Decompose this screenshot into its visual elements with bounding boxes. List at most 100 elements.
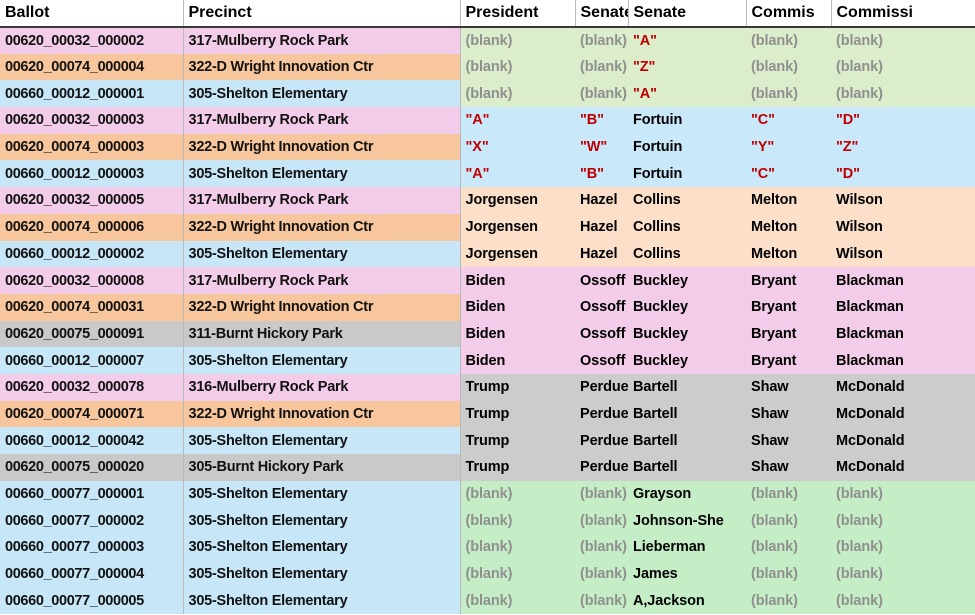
cell-commission-1[interactable]: "Y" <box>746 133 831 161</box>
cell-president[interactable]: (blank) <box>460 27 575 54</box>
cell-precinct[interactable]: 305-Shelton Elementary <box>183 507 461 535</box>
cell-senate-2[interactable]: Fortuin <box>628 107 746 134</box>
cell-senate-1[interactable]: Ossoff <box>575 320 628 348</box>
cell-president[interactable]: Jorgensen <box>460 240 575 268</box>
cell-commission-1[interactable]: Bryant <box>746 320 831 348</box>
cell-commission-2[interactable]: (blank) <box>831 560 975 588</box>
cell-senate-2[interactable]: Fortuin <box>628 133 746 161</box>
cell-commission-2[interactable]: Blackman <box>831 293 975 321</box>
cell-precinct[interactable]: 322-D Wright Innovation Ctr <box>183 293 461 321</box>
cell-senate-1[interactable]: (blank) <box>575 27 628 54</box>
cell-commission-2[interactable]: McDonald <box>831 427 975 454</box>
cell-senate-1[interactable]: (blank) <box>575 80 628 108</box>
cell-president[interactable]: Trump <box>460 400 575 428</box>
cell-commission-2[interactable]: Blackman <box>831 320 975 348</box>
cell-president[interactable]: Trump <box>460 427 575 454</box>
cell-precinct[interactable]: 322-D Wright Innovation Ctr <box>183 213 461 241</box>
cell-president[interactable]: Trump <box>460 454 575 481</box>
cell-president[interactable]: (blank) <box>460 560 575 588</box>
cell-senate-1[interactable]: "W" <box>575 133 628 161</box>
cell-senate-1[interactable]: Ossoff <box>575 267 628 294</box>
cell-commission-1[interactable]: (blank) <box>746 53 831 81</box>
column-header-precinct[interactable]: Precinct <box>183 0 461 28</box>
cell-president[interactable]: (blank) <box>460 480 575 508</box>
cell-senate-2[interactable]: James <box>628 560 746 588</box>
cell-senate-2[interactable]: Buckley <box>628 293 746 321</box>
cell-commission-1[interactable]: (blank) <box>746 560 831 588</box>
cell-president[interactable]: Biden <box>460 267 575 294</box>
cell-precinct[interactable]: 305-Shelton Elementary <box>183 427 461 454</box>
cell-precinct[interactable]: 305-Shelton Elementary <box>183 80 461 108</box>
cell-commission-1[interactable]: Bryant <box>746 293 831 321</box>
cell-commission-2[interactable]: (blank) <box>831 587 975 615</box>
cell-president[interactable]: (blank) <box>460 507 575 535</box>
cell-senate-1[interactable]: (blank) <box>575 534 628 561</box>
cell-senate-1[interactable]: "B" <box>575 107 628 134</box>
cell-precinct[interactable]: 305-Burnt Hickory Park <box>183 454 461 481</box>
table-row[interactable]: 00660_00012_000002 305-Shelton Elementary… <box>0 240 975 268</box>
cell-senate-2[interactable]: Buckley <box>628 347 746 374</box>
cell-senate-1[interactable]: (blank) <box>575 560 628 588</box>
cell-precinct[interactable]: 305-Shelton Elementary <box>183 347 461 374</box>
table-row[interactable]: 00620_00032_000078 316-Mulberry Rock Park… <box>0 373 975 401</box>
cell-ballot[interactable]: 00620_00032_000078 <box>0 373 184 401</box>
table-row[interactable]: 00660_00077_000004 305-Shelton Elementary… <box>0 560 975 588</box>
cell-commission-1[interactable]: Shaw <box>746 400 831 428</box>
cell-commission-2[interactable]: (blank) <box>831 53 975 81</box>
cell-president[interactable]: (blank) <box>460 53 575 81</box>
cell-commission-2[interactable]: (blank) <box>831 480 975 508</box>
cell-ballot[interactable]: 00660_00012_000002 <box>0 240 184 268</box>
cell-senate-1[interactable]: Perdue <box>575 400 628 428</box>
cell-senate-2[interactable]: Fortuin <box>628 160 746 188</box>
cell-commission-2[interactable]: "D" <box>831 160 975 188</box>
cell-ballot[interactable]: 00660_00077_000002 <box>0 507 184 535</box>
table-row[interactable]: 00620_00074_000031 322-D Wright Innovatio… <box>0 293 975 321</box>
cell-precinct[interactable]: 311-Burnt Hickory Park <box>183 320 461 348</box>
cell-precinct[interactable]: 322-D Wright Innovation Ctr <box>183 400 461 428</box>
cell-senate-1[interactable]: Hazel <box>575 213 628 241</box>
cell-commission-2[interactable]: Wilson <box>831 213 975 241</box>
cell-ballot[interactable]: 00620_00075_000020 <box>0 454 184 481</box>
cell-ballot[interactable]: 00660_00012_000007 <box>0 347 184 374</box>
cell-president[interactable]: Biden <box>460 320 575 348</box>
cell-senate-2[interactable]: Collins <box>628 187 746 214</box>
column-header-president[interactable]: President <box>460 0 576 28</box>
cell-senate-1[interactable]: Perdue <box>575 373 628 401</box>
cell-ballot[interactable]: 00620_00074_000071 <box>0 400 184 428</box>
cell-precinct[interactable]: 317-Mulberry Rock Park <box>183 187 461 214</box>
table-row[interactable]: 00660_00077_000005 305-Shelton Elementary… <box>0 587 975 615</box>
cell-senate-2[interactable]: "A" <box>628 27 746 54</box>
table-row[interactable]: 00620_00075_000091 311-Burnt Hickory Park… <box>0 320 975 348</box>
cell-president[interactable]: (blank) <box>460 80 575 108</box>
cell-ballot[interactable]: 00620_00074_000003 <box>0 133 184 161</box>
cell-precinct[interactable]: 316-Mulberry Rock Park <box>183 373 461 401</box>
cell-commission-1[interactable]: Bryant <box>746 347 831 374</box>
cell-ballot[interactable]: 00660_00077_000005 <box>0 587 184 615</box>
cell-ballot[interactable]: 00620_00032_000002 <box>0 27 184 54</box>
cell-senate-2[interactable]: A,Jackson <box>628 587 746 615</box>
cell-commission-1[interactable]: (blank) <box>746 534 831 561</box>
cell-commission-2[interactable]: Blackman <box>831 267 975 294</box>
cell-senate-2[interactable]: "Z" <box>628 53 746 81</box>
cell-precinct[interactable]: 317-Mulberry Rock Park <box>183 107 461 134</box>
table-row[interactable]: 00620_00032_000005 317-Mulberry Rock Park… <box>0 187 975 214</box>
cell-senate-1[interactable]: (blank) <box>575 507 628 535</box>
cell-senate-2[interactable]: Collins <box>628 213 746 241</box>
cell-commission-1[interactable]: "C" <box>746 107 831 134</box>
cell-commission-2[interactable]: (blank) <box>831 80 975 108</box>
table-row[interactable]: 00620_00075_000020 305-Burnt Hickory Park… <box>0 454 975 481</box>
cell-commission-2[interactable]: (blank) <box>831 507 975 535</box>
cell-commission-1[interactable]: (blank) <box>746 587 831 615</box>
cell-president[interactable]: "A" <box>460 160 575 188</box>
cell-ballot[interactable]: 00660_00012_000003 <box>0 160 184 188</box>
cell-senate-1[interactable]: Ossoff <box>575 293 628 321</box>
cell-president[interactable]: Trump <box>460 373 575 401</box>
cell-ballot[interactable]: 00620_00075_000091 <box>0 320 184 348</box>
cell-commission-2[interactable]: McDonald <box>831 454 975 481</box>
cell-senate-2[interactable]: Lieberman <box>628 534 746 561</box>
cell-commission-1[interactable]: Shaw <box>746 427 831 454</box>
cell-senate-2[interactable]: Grayson <box>628 480 746 508</box>
cell-commission-2[interactable]: (blank) <box>831 534 975 561</box>
cell-ballot[interactable]: 00660_00012_000001 <box>0 80 184 108</box>
cell-commission-1[interactable]: Melton <box>746 240 831 268</box>
